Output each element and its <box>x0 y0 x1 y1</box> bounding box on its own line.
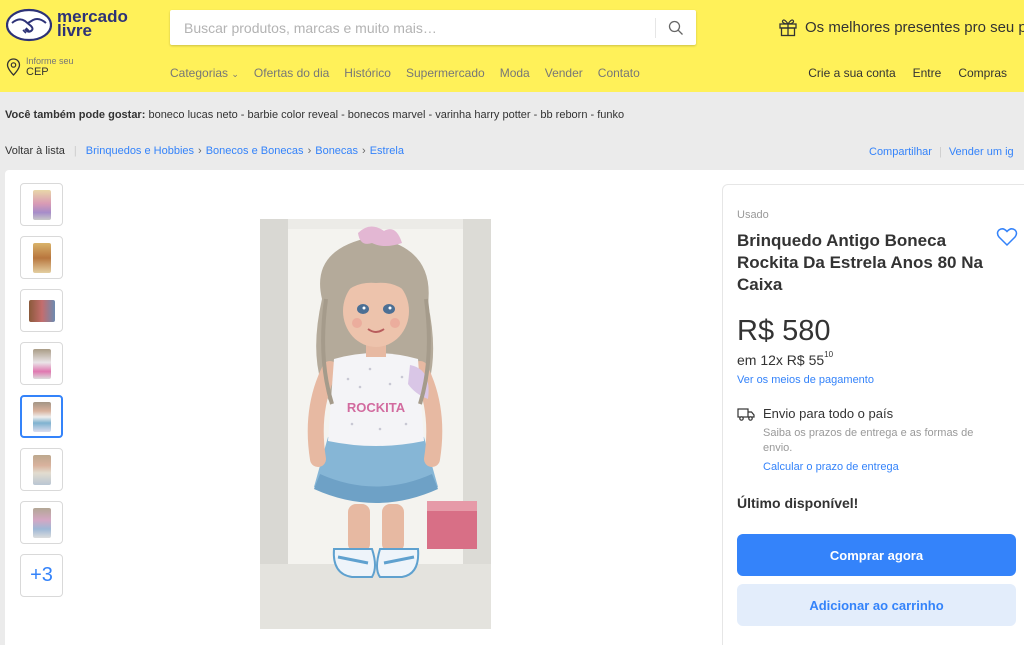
add-to-cart-button[interactable]: Adicionar ao carrinho <box>737 584 1016 626</box>
mercado-livre-logo[interactable]: mercado livre <box>5 7 130 48</box>
login-link[interactable]: Entre <box>913 66 942 80</box>
related-searches-items[interactable]: boneco lucas neto - barbie color reveal … <box>148 109 624 121</box>
search-box <box>170 10 696 45</box>
search-icon <box>668 20 683 35</box>
thumbnail[interactable] <box>20 448 63 491</box>
product-title: Brinquedo Antigo Boneca Rockita Da Estre… <box>737 231 983 294</box>
calculate-shipping-link[interactable]: Calcular o prazo de entrega <box>763 461 899 473</box>
back-to-list-link[interactable]: Voltar à lista <box>5 145 65 157</box>
more-photos-button[interactable]: +3 <box>20 554 63 597</box>
nav-vender[interactable]: Vender <box>545 66 583 80</box>
nav-moda[interactable]: Moda <box>500 66 530 80</box>
chevron-right-icon: › <box>362 145 366 157</box>
thumbnail-image <box>32 242 51 273</box>
thumbnail-image <box>28 299 55 322</box>
purchases-link[interactable]: Compras <box>958 66 1007 80</box>
nav-supermercado[interactable]: Supermercado <box>406 66 485 80</box>
main-product-image[interactable]: ROCKITA <box>260 219 491 629</box>
installments-text: em 12x R$ 55 <box>737 352 825 368</box>
product-price: R$ 580 <box>737 315 831 347</box>
thumbnail-image <box>32 348 51 379</box>
chevron-right-icon: › <box>307 145 312 157</box>
thumbnail[interactable] <box>20 289 63 332</box>
gift-icon <box>779 19 797 37</box>
chevron-down-icon: ⌄ <box>231 69 239 79</box>
logo-text: mercado livre <box>57 7 128 40</box>
share-divider: | <box>938 146 942 158</box>
location-selector[interactable]: Informe seu CEP <box>6 56 136 82</box>
doll-photo: ROCKITA <box>260 219 491 629</box>
handshake-logo-icon <box>5 8 53 42</box>
installments-cents: 10 <box>824 350 834 360</box>
thumbnail-image <box>32 401 51 432</box>
nav-historico[interactable]: Histórico <box>344 66 391 80</box>
thumbnail[interactable] <box>20 236 63 279</box>
shipping-subtitle: Saiba os prazos de entrega e as formas d… <box>763 427 974 454</box>
breadcrumb-divider: | <box>73 145 77 157</box>
installments: em 12x R$ 5510 <box>737 350 834 368</box>
favorite-button[interactable] <box>996 227 1018 252</box>
share-link[interactable]: Compartilhar <box>869 146 932 158</box>
thumbnail[interactable] <box>20 501 63 544</box>
search-input[interactable] <box>170 10 654 45</box>
share-actions: Compartilhar | Vender um ig <box>869 146 1014 158</box>
nav-ofertas[interactable]: Ofertas do dia <box>254 66 329 80</box>
thumbnail[interactable] <box>20 183 63 226</box>
breadcrumb-item[interactable]: Bonecos e Bonecas <box>206 145 304 157</box>
truck-icon <box>737 408 755 421</box>
promo-banner[interactable]: Os melhores presentes pro seu p <box>778 17 1024 37</box>
doll-shirt-text: ROCKITA <box>347 400 406 415</box>
thumbnail[interactable] <box>20 342 63 385</box>
breadcrumb: Voltar à lista | Brinquedos e Hobbies › … <box>5 145 404 157</box>
shipping-title: Envio para todo o país <box>763 406 894 421</box>
nav-contato[interactable]: Contato <box>598 66 640 80</box>
heart-icon <box>996 228 1018 247</box>
related-searches: Você também pode gostar: boneco lucas ne… <box>5 109 624 121</box>
sell-similar-link[interactable]: Vender um ig <box>949 146 1014 158</box>
create-account-link[interactable]: Crie a sua conta <box>808 66 895 80</box>
main-nav: Categorias ⌄ Ofertas do dia Histórico Su… <box>170 66 640 80</box>
thumbnail-image <box>32 507 51 538</box>
thumbnail-selected[interactable] <box>20 395 63 438</box>
location-label-2: CEP <box>26 66 49 78</box>
stock-status: Último disponível! <box>737 495 859 511</box>
location-pin-icon <box>6 58 21 76</box>
breadcrumb-item[interactable]: Brinquedos e Hobbies <box>86 145 194 157</box>
thumbnail-image <box>32 189 51 220</box>
location-label-1: Informe seu <box>26 56 74 66</box>
product-card: +3 ROCKITA Usado Brinquedo Antigo Boneca… <box>5 170 1024 645</box>
chevron-right-icon: › <box>198 145 202 157</box>
payment-methods-link[interactable]: Ver os meios de pagamento <box>737 374 874 386</box>
condition-label: Usado <box>737 209 769 221</box>
nav-categorias[interactable]: Categorias ⌄ <box>170 66 239 80</box>
buy-box: Usado Brinquedo Antigo Boneca Rockita Da… <box>722 184 1024 645</box>
breadcrumb-item[interactable]: Bonecas <box>315 145 358 157</box>
promo-text: Os melhores presentes pro seu p <box>805 18 1024 36</box>
buy-now-button[interactable]: Comprar agora <box>737 534 1016 576</box>
breadcrumb-item[interactable]: Estrela <box>370 145 404 157</box>
thumbnail-image <box>32 454 51 485</box>
site-header: mercado livre Os melhores presentes pro … <box>0 0 1024 92</box>
user-nav: Crie a sua conta Entre Compras <box>808 66 1007 80</box>
related-searches-label: Você também pode gostar: <box>5 109 146 121</box>
search-button[interactable] <box>656 10 696 45</box>
